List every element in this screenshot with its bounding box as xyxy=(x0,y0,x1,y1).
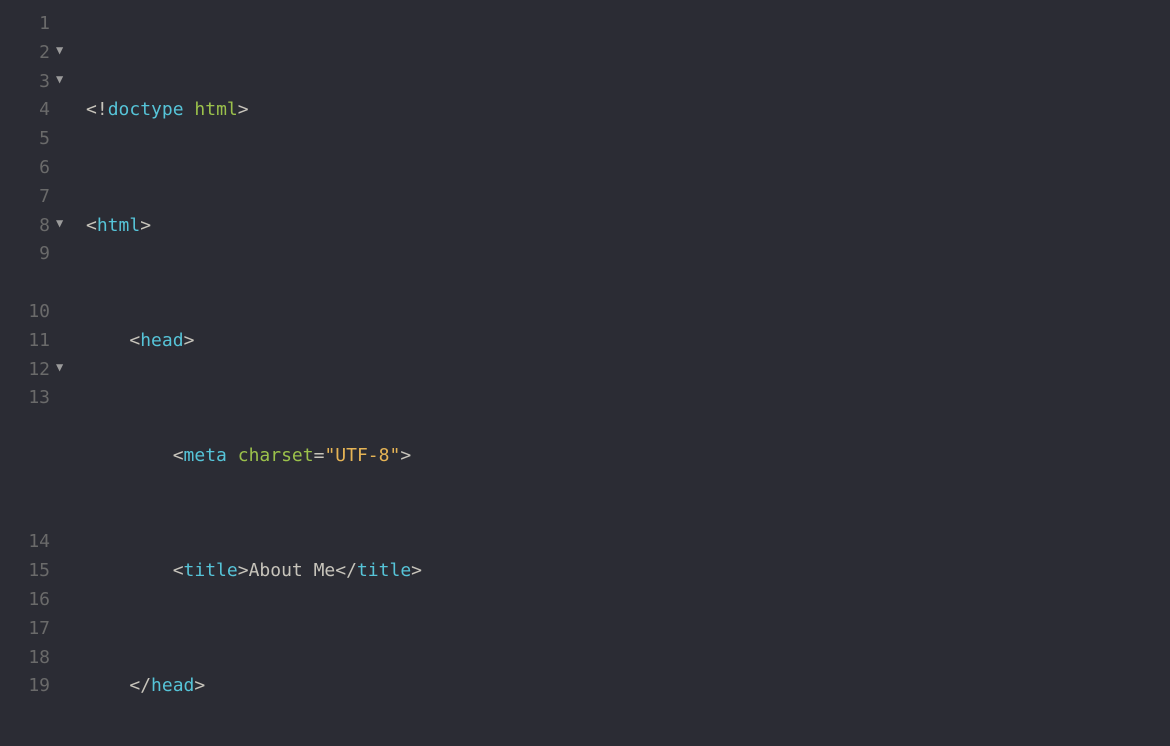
gutter-row: 3▼ xyxy=(0,68,84,97)
fold-marker-icon[interactable]: ▼ xyxy=(56,212,78,233)
gutter-row: 12▼ xyxy=(0,356,84,385)
gutter-row: 15 xyxy=(0,557,84,586)
gutter-row: 9 xyxy=(0,240,84,269)
code-editor[interactable]: 1 2▼ 3▼ 4 5 6 7 8▼ 9 10 11 12▼ 13 14 15 … xyxy=(0,0,1170,746)
fold-marker-icon[interactable]: ▼ xyxy=(56,68,78,89)
gutter-row: 1 xyxy=(0,10,84,39)
gutter-row xyxy=(0,269,84,298)
gutter-row: 17 xyxy=(0,615,84,644)
gutter-row: 14 xyxy=(0,528,84,557)
gutter-row: 5 xyxy=(0,125,84,154)
code-content[interactable]: <!doctype html> <html> <head> <meta char… xyxy=(84,0,1170,746)
gutter-row xyxy=(0,500,84,529)
code-line[interactable]: <head> xyxy=(84,327,1170,356)
gutter-row: 13 xyxy=(0,384,84,413)
code-line[interactable]: <!doctype html> xyxy=(84,96,1170,125)
gutter-row: 11 xyxy=(0,327,84,356)
code-line[interactable]: <title>About Me</title> xyxy=(84,557,1170,586)
fold-marker-icon[interactable]: ▼ xyxy=(56,39,78,60)
gutter-row: 16 xyxy=(0,586,84,615)
gutter-row: 19 xyxy=(0,672,84,701)
gutter-row: 8▼ xyxy=(0,212,84,241)
gutter-row: 2▼ xyxy=(0,39,84,68)
gutter-row: 4 xyxy=(0,96,84,125)
code-line[interactable]: </head> xyxy=(84,672,1170,701)
gutter-row: 7 xyxy=(0,183,84,212)
gutter-row: 18 xyxy=(0,644,84,673)
fold-marker-icon[interactable]: ▼ xyxy=(56,356,78,377)
line-gutter: 1 2▼ 3▼ 4 5 6 7 8▼ 9 10 11 12▼ 13 14 15 … xyxy=(0,0,84,746)
code-line[interactable]: <meta charset="UTF-8"> xyxy=(84,442,1170,471)
gutter-row: 6 xyxy=(0,154,84,183)
code-line[interactable]: <html> xyxy=(84,212,1170,241)
gutter-row xyxy=(0,442,84,471)
gutter-row: 10 xyxy=(0,298,84,327)
gutter-row xyxy=(0,471,84,500)
gutter-row xyxy=(0,413,84,442)
